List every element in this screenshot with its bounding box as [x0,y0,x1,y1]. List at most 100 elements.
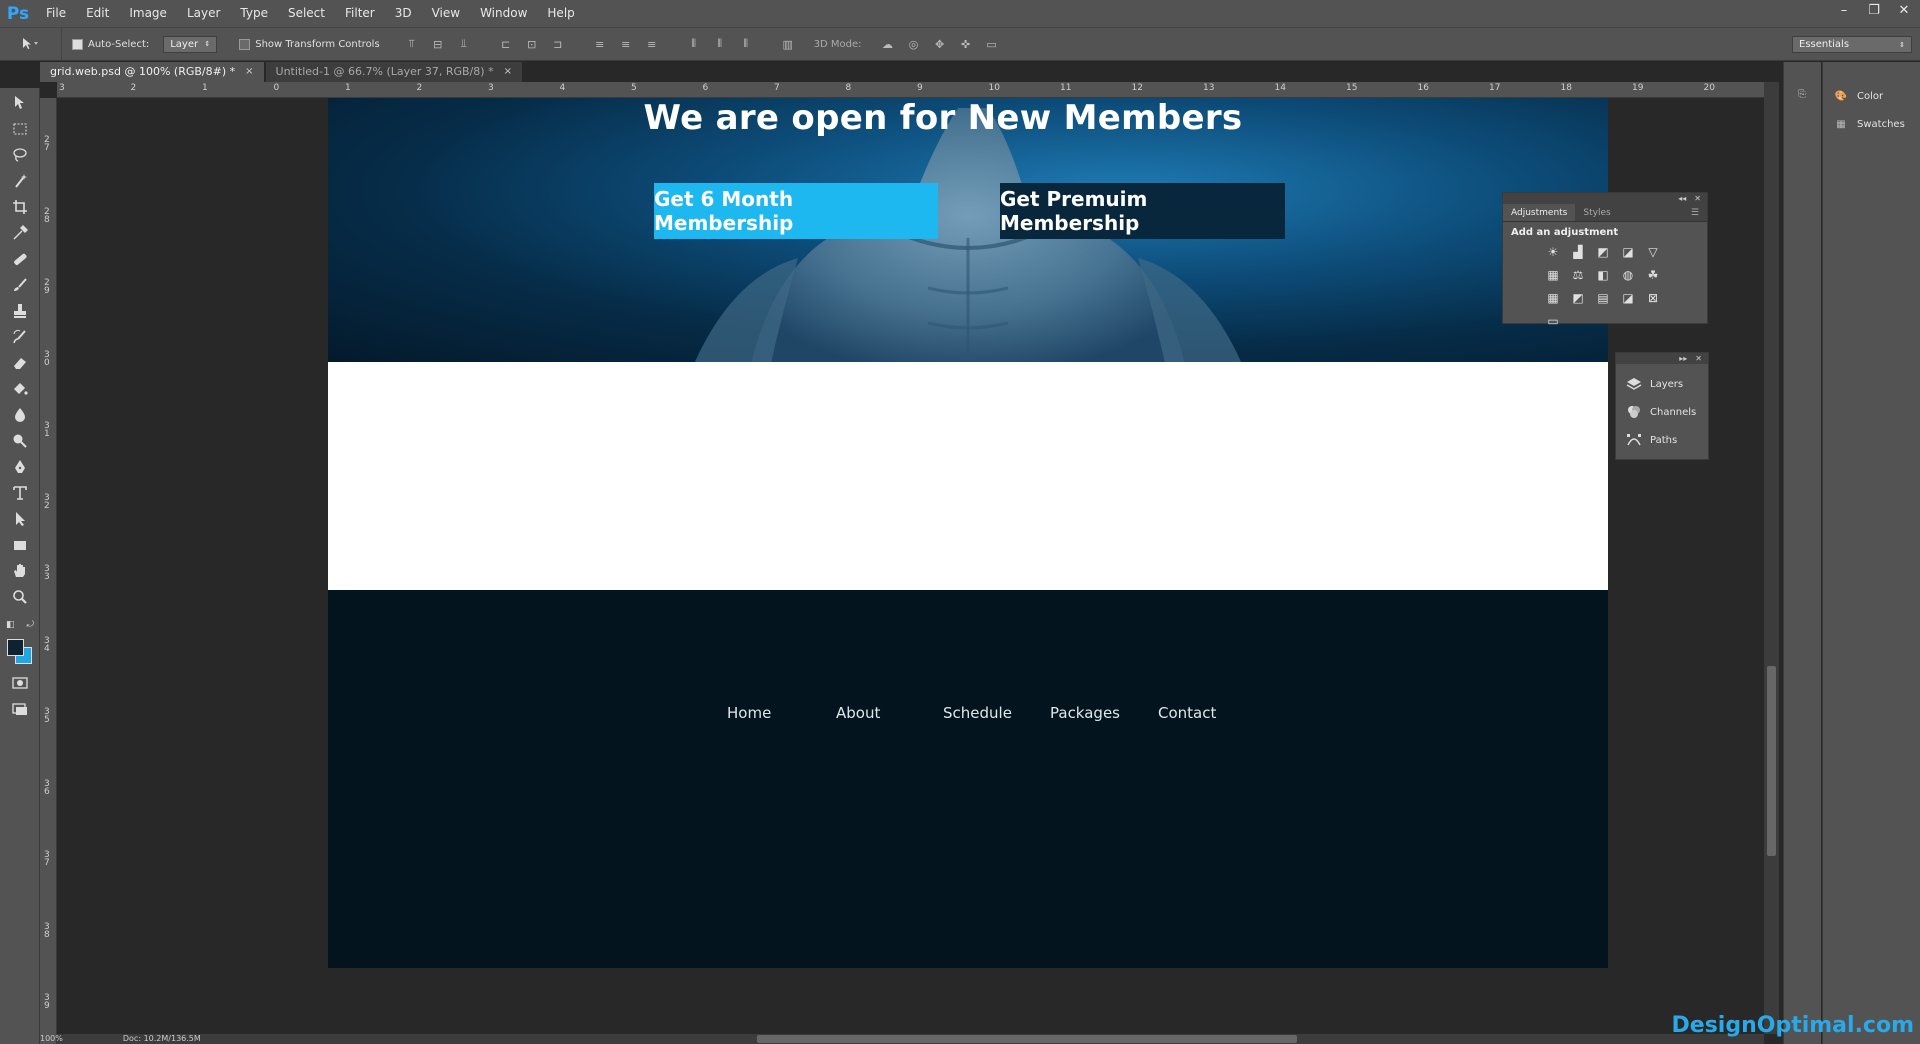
clone-stamp-tool[interactable] [0,298,40,324]
close-panel-icon[interactable]: ✕ [1695,354,1702,363]
show-transform-option[interactable]: Show Transform Controls [239,38,380,50]
tab-styles[interactable]: Styles [1575,204,1618,221]
scale-3d-icon[interactable]: ▭ [982,34,1002,54]
magic-wand-tool[interactable] [0,168,40,194]
pen-tool[interactable] [0,454,40,480]
auto-select-option[interactable]: Auto-Select: [72,38,149,50]
menu-view[interactable]: View [422,0,470,27]
auto-select-dropdown[interactable]: Layer ⇕ [163,35,218,53]
drag-3d-icon[interactable]: ✥ [930,34,950,54]
six-month-membership-button[interactable]: Get 6 Month Membership [654,183,938,239]
invert-icon[interactable]: ◩ [1568,288,1588,308]
distribute-top-icon[interactable]: ≡ [590,34,610,54]
screen-mode-button[interactable] [0,696,40,722]
menu-select[interactable]: Select [278,0,335,27]
selective-color-icon[interactable]: ⊠ [1643,288,1663,308]
auto-align-icon[interactable]: ▥ [778,34,798,54]
align-hcenter-icon[interactable]: ⊡ [522,34,542,54]
move-tool-preset[interactable] [0,27,62,61]
exposure-icon[interactable]: ◪ [1618,242,1638,262]
close-button[interactable]: ✕ [1896,3,1912,18]
vertical-scroll-thumb[interactable] [1767,666,1776,856]
default-colors-swap[interactable]: ◧ ⤾ [0,616,40,634]
menu-filter[interactable]: Filter [335,0,385,27]
hand-tool[interactable] [0,558,40,584]
align-right-icon[interactable]: ⊐ [548,34,568,54]
menu-3d[interactable]: 3D [385,0,422,27]
distribute-right-icon[interactable]: ⦀ [736,34,756,54]
show-transform-checkbox[interactable] [239,38,251,50]
vertical-scrollbar[interactable] [1764,82,1779,1034]
channels-panel-item[interactable]: Channels [1616,398,1708,426]
brightness-icon[interactable]: ☀ [1543,242,1563,262]
expand-icon[interactable]: ▸▸ [1679,354,1687,363]
horizontal-scrollbar[interactable] [57,1034,1764,1044]
eraser-tool[interactable] [0,350,40,376]
menu-type[interactable]: Type [230,0,278,27]
black-white-icon[interactable]: ◧ [1593,265,1613,285]
marquee-tool[interactable] [0,116,40,142]
slide-3d-icon[interactable]: ✜ [956,34,976,54]
posterize-icon[interactable]: ▤ [1593,288,1613,308]
close-panel-icon[interactable]: ✕ [1694,194,1701,203]
footer-link-packages[interactable]: Packages [1050,704,1120,722]
history-brush-tool[interactable] [0,324,40,350]
distribute-left-icon[interactable]: ⦀ [684,34,704,54]
history-dock-item[interactable]: ⎘ [1784,80,1821,108]
swatches-dock-item[interactable]: ▦ Swatches [1823,110,1920,138]
tab-adjustments[interactable]: Adjustments [1503,204,1576,221]
crop-tool[interactable] [0,194,40,220]
close-tab-icon[interactable]: × [504,62,512,82]
layers-panel-item[interactable]: Layers [1616,370,1708,398]
curves-icon[interactable]: ◩ [1593,242,1613,262]
move-tool[interactable] [0,90,40,116]
workspace-dropdown[interactable]: Essentials ⇕ [1792,36,1912,53]
paths-panel-item[interactable]: Paths [1616,426,1708,454]
path-selection-tool[interactable] [0,506,40,532]
footer-link-schedule[interactable]: Schedule [943,704,1012,722]
type-tool[interactable] [0,480,40,506]
dodge-tool[interactable] [0,428,40,454]
zoom-tool[interactable] [0,584,40,610]
quick-mask-button[interactable] [0,670,40,696]
canvas-area[interactable]: We are open for New Members Get 6 Month … [57,98,1764,1034]
foreground-color-swatch[interactable] [7,639,24,656]
roll-3d-icon[interactable]: ◎ [904,34,924,54]
footer-link-about[interactable]: About [836,704,880,722]
vibrance-icon[interactable]: ▽ [1643,242,1663,262]
close-tab-icon[interactable]: × [245,62,253,82]
vertical-ruler[interactable]: 2 7 2 8 2 9 3 0 3 1 3 2 3 3 3 4 3 5 3 6 3 7 3 8 3 9 [40,98,57,1044]
paint-bucket-tool[interactable] [0,376,40,402]
photo-filter-icon[interactable]: ◍ [1618,265,1638,285]
channel-mixer-icon[interactable]: ☘ [1643,265,1663,285]
footer-link-contact[interactable]: Contact [1158,704,1216,722]
rectangle-tool[interactable] [0,532,40,558]
menu-image[interactable]: Image [119,0,177,27]
color-lookup-icon[interactable]: ▦ [1543,288,1563,308]
align-vcenter-icon[interactable]: ⊟ [428,34,448,54]
lasso-tool[interactable] [0,142,40,168]
panel-menu-icon[interactable]: ☰ [1683,204,1707,221]
menu-edit[interactable]: Edit [76,0,119,27]
distribute-hcenter-icon[interactable]: ⦀ [710,34,730,54]
collapse-icon[interactable]: ◂◂ [1678,194,1686,203]
threshold-icon[interactable]: ◪ [1618,288,1638,308]
minimize-button[interactable]: – [1836,3,1852,18]
menu-file[interactable]: File [36,0,76,27]
brush-tool[interactable] [0,272,40,298]
eyedropper-tool[interactable] [0,220,40,246]
menu-layer[interactable]: Layer [177,0,230,27]
document-canvas[interactable]: We are open for New Members Get 6 Month … [328,98,1608,968]
zoom-level[interactable]: 100% [40,1034,63,1044]
tab-grid-web[interactable]: grid.web.psd @ 100% (RGB/8#) * × [40,62,264,82]
distribute-vcenter-icon[interactable]: ≡ [616,34,636,54]
horizontal-ruler[interactable]: 3 2 1 0 1 2 3 4 5 6 7 8 9 10 11 12 13 14 15 16 17 18 19 20 [57,82,1764,98]
healing-brush-tool[interactable] [0,246,40,272]
hue-saturation-icon[interactable]: ▦ [1543,265,1563,285]
blur-tool[interactable] [0,402,40,428]
color-dock-item[interactable]: 🎨 Color [1823,82,1920,110]
restore-button[interactable]: ❐ [1866,3,1882,18]
tab-untitled-1[interactable]: Untitled-1 @ 66.7% (Layer 37, RGB/8) * × [265,62,522,82]
auto-select-checkbox[interactable] [72,38,83,50]
horizontal-scroll-thumb[interactable] [757,1035,1297,1043]
